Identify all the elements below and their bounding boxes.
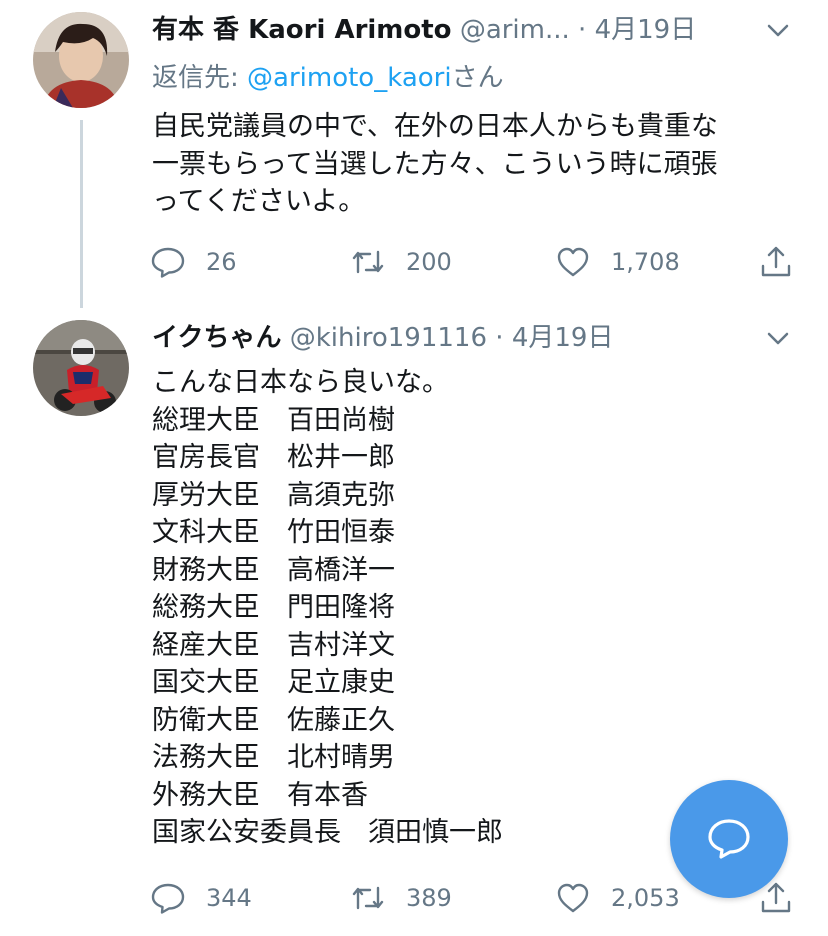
compose-reply-button[interactable] [670, 780, 788, 898]
retweet-count: 389 [406, 884, 452, 912]
tweet-actions: 26 200 1,708 [150, 242, 800, 282]
tweet-date[interactable]: 4月19日 [595, 15, 697, 45]
retweet-icon [352, 250, 384, 274]
reply-to-line: 返信先: @arimoto_kaoriさん [152, 60, 504, 96]
share-icon [761, 246, 791, 277]
thread-line [80, 120, 83, 308]
retweet-icon [352, 886, 384, 910]
like-count: 2,053 [611, 884, 680, 912]
tweet-text: こんな日本なら良いな。 総理大臣 百田尚樹 官房長官 松井一郎 厚労大臣 高須克… [152, 367, 503, 848]
retweet-button[interactable]: 389 [350, 878, 452, 918]
reply-to-suffix: さん [451, 63, 504, 93]
tweet-1[interactable]: 有本 香 Kaori Arimoto @arim... · 4月19日 返信先:… [0, 0, 828, 310]
separator-dot: · [495, 323, 504, 353]
reply-to-handle-link[interactable]: @arimoto_kaori [247, 63, 452, 93]
tweet-text: 自民党議員の中で、在外の日本人からも貴重な 一票もらって当選した方々、こういう時… [152, 111, 718, 217]
user-handle[interactable]: @kihiro191116 [290, 323, 487, 353]
chevron-down-icon[interactable] [764, 324, 792, 352]
tweet-header: 有本 香 Kaori Arimoto @arim... · 4月19日 [152, 12, 696, 48]
display-name[interactable]: 有本 香 Kaori Arimoto [152, 15, 452, 45]
avatar[interactable] [33, 320, 129, 416]
like-button[interactable]: 2,053 [555, 878, 680, 918]
retweet-button[interactable]: 200 [350, 242, 452, 282]
tweet-header: イクちゃん @kihiro191116 · 4月19日 [152, 320, 613, 356]
display-name[interactable]: イクちゃん [152, 323, 281, 353]
reply-count: 26 [206, 248, 237, 276]
like-count: 1,708 [611, 248, 680, 276]
avatar[interactable] [33, 12, 129, 108]
reply-count: 344 [206, 884, 252, 912]
user-handle[interactable]: @arim... [460, 15, 570, 45]
reply-to-prefix: 返信先: [152, 63, 248, 93]
separator-dot: · [578, 15, 587, 45]
reply-button[interactable]: 26 [150, 242, 237, 282]
like-button[interactable]: 1,708 [555, 242, 680, 282]
avatar-image [33, 320, 129, 416]
compose-reply-icon [708, 819, 750, 859]
share-button[interactable] [758, 242, 794, 282]
chevron-down-icon[interactable] [764, 16, 792, 44]
reply-icon [151, 883, 185, 914]
reply-button[interactable]: 344 [150, 878, 252, 918]
retweet-count: 200 [406, 248, 452, 276]
reply-icon [151, 247, 185, 278]
heart-icon [557, 247, 589, 277]
tweet-date[interactable]: 4月19日 [512, 323, 614, 353]
avatar-image [33, 12, 129, 108]
heart-icon [557, 883, 589, 913]
